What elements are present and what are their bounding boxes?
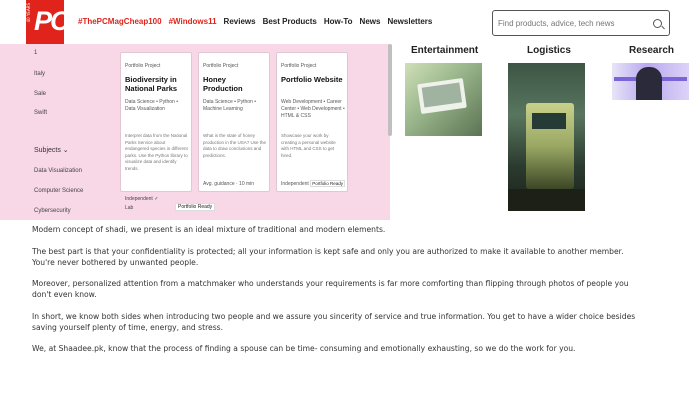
portfolio-ready-button[interactable]: Portfolio Ready [310,180,345,187]
side-menu-item[interactable]: Swift [34,110,47,116]
subject-item[interactable]: Computer Science [34,188,83,194]
category-label-research[interactable]: Research [629,45,674,56]
project-description: Interpret data from the National Parks S… [125,133,188,171]
research-image[interactable] [612,63,689,100]
project-tags: Data Science • Python • Machine Learning [203,99,256,112]
overlay-scrollbar[interactable] [388,44,392,136]
project-title: Biodiversity in National Parks [125,75,178,93]
subject-item[interactable]: Data Visualization [34,168,82,174]
project-description: What is the state of honey production in… [203,133,267,158]
nav-how-to[interactable]: How-To [324,17,353,26]
subjects-heading[interactable]: Subjects ⌄ [34,146,69,154]
article-paragraph: Modern concept of shadi, we present is a… [32,225,386,234]
side-menu-item[interactable]: 1 [34,50,37,56]
article-paragraph: Moreover, personalized attention from a … [32,279,629,299]
article-paragraph: We, at Shaadee.pk, know that the process… [32,344,576,353]
overlay-panel: 1 Italy Sale Swift Subjects ⌄ Data Visua… [0,44,390,220]
article-paragraph: In short, we know both sides when introd… [32,312,636,332]
research-person-shape [636,67,662,100]
entertainment-image[interactable] [405,63,482,136]
project-tags: Data Science • Python • Data Visualizati… [125,99,178,112]
project-card[interactable]: Portfolio Project Portfolio Website Web … [276,52,348,192]
project-type: Portfolio Project [203,63,239,69]
nav-best-products[interactable]: Best Products [263,17,317,26]
side-menu-item[interactable]: Italy [34,71,45,77]
truck-window [532,113,566,129]
subject-item[interactable]: Cybersecurity [34,208,71,214]
category-label-logistics[interactable]: Logistics [527,45,571,56]
project-card[interactable]: Portfolio Project Biodiversity in Nation… [120,52,216,211]
site-header: 40 YEARS PC #ThePCMagCheap100 #Windows11… [0,0,700,44]
nav-cheap100[interactable]: #ThePCMagCheap100 [78,17,162,26]
project-status: Independent ✓ [125,196,159,202]
side-menu-item[interactable]: Sale [34,91,46,97]
project-tags: Web Development • Career Center • Web De… [281,99,345,119]
project-type: Portfolio Project [125,63,161,69]
project-extra: Lab [125,205,134,211]
portfolio-ready-button[interactable]: Portfolio Ready [175,203,216,211]
search-icon[interactable] [653,19,662,28]
nav-news[interactable]: News [360,17,381,26]
road-shape [508,189,585,211]
pcmag-logo[interactable]: 40 YEARS PC [26,0,69,44]
category-label-entertainment[interactable]: Entertainment [411,45,478,56]
nav-newsletters[interactable]: Newsletters [387,17,432,26]
search-input[interactable] [493,11,643,35]
project-type: Portfolio Project [281,63,317,69]
article-paragraph: The best part is that your confidentiali… [32,247,624,267]
truck-shape [526,103,574,189]
top-nav: #ThePCMagCheap100 #Windows11 Reviews Bes… [78,17,432,26]
logistics-image[interactable] [508,63,585,211]
search-box [492,10,670,36]
laptop-screen [421,82,463,108]
project-card[interactable]: Portfolio Project Honey Production Data … [198,52,270,192]
project-footer: Avg. guidance · 10 min [203,181,255,187]
project-description: Showcase your work by creating a persona… [281,133,336,158]
project-title: Honey Production [203,75,243,93]
nav-windows11[interactable]: #Windows11 [169,17,217,26]
laptop-shape [417,77,467,115]
nav-reviews[interactable]: Reviews [224,17,256,26]
project-title: Portfolio Website [281,75,343,84]
logo-text: PC [34,6,69,36]
